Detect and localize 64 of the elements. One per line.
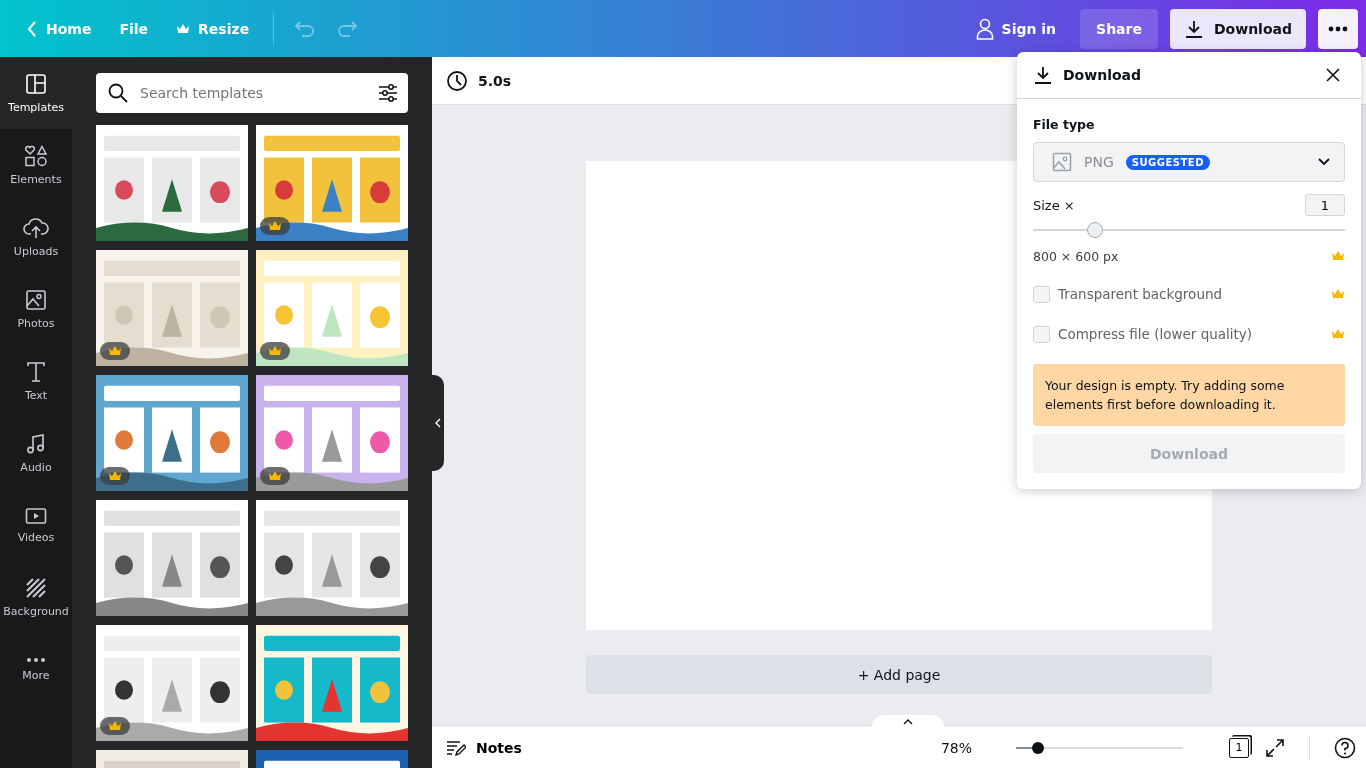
fullscreen-icon[interactable] (1265, 737, 1285, 758)
sidebar-item[interactable]: Elements (0, 129, 72, 201)
ellipsis-icon (1328, 25, 1348, 32)
cloud-upload-icon (23, 216, 49, 239)
collapse-handle[interactable] (432, 375, 444, 471)
more-options-button[interactable] (1318, 8, 1358, 49)
notes-button[interactable]: Notes (446, 739, 522, 756)
layout-icon (25, 72, 47, 95)
checkbox[interactable] (1033, 325, 1050, 343)
sidebar-item[interactable]: Photos (0, 273, 72, 345)
empty-design-warning: Your design is empty. Try adding some elements first before downloading it. (1033, 364, 1345, 426)
sidebar-item[interactable]: Background (0, 561, 72, 633)
help-icon[interactable] (1334, 736, 1356, 759)
sidebar-item[interactable]: Videos (0, 489, 72, 561)
search-icon (108, 83, 128, 103)
share-button[interactable]: Share (1080, 8, 1158, 49)
video-icon (25, 506, 47, 525)
expand-pages-handle[interactable] (872, 715, 944, 729)
option-label: Compress file (lower quality) (1058, 326, 1253, 342)
file-type-value: PNG (1084, 154, 1114, 170)
close-icon[interactable] (1325, 67, 1341, 83)
sidebar-item[interactable]: Audio (0, 417, 72, 489)
page-count-button[interactable]: 1 (1229, 737, 1249, 758)
hatch-icon (25, 576, 47, 599)
person-icon (975, 17, 994, 40)
premium-badge (100, 717, 130, 735)
option-label: Transparent background (1058, 286, 1223, 302)
image-icon (1052, 152, 1072, 172)
download-button[interactable]: Download (1169, 8, 1306, 49)
search-field[interactable]: Search templates (96, 73, 408, 113)
suggested-badge: SUGGESTED (1125, 154, 1210, 170)
size-input[interactable]: 1 (1305, 194, 1345, 216)
checkbox[interactable] (1033, 285, 1050, 303)
download-icon (1183, 18, 1204, 39)
sidebar-item[interactable]: More (0, 633, 72, 705)
notes-icon (446, 739, 466, 756)
sidebar-item[interactable]: Text (0, 345, 72, 417)
crown-icon (176, 22, 191, 35)
file-type-label: File type (1033, 117, 1096, 132)
sidebar-item[interactable]: Templates (0, 57, 72, 129)
back-icon (26, 19, 38, 38)
text-icon (25, 360, 47, 383)
sign-in-button[interactable]: Sign in (963, 9, 1069, 48)
size-label: Size × (1033, 197, 1075, 213)
premium-badge (260, 342, 290, 360)
shapes-icon (24, 144, 48, 167)
premium-badge (100, 342, 130, 360)
chevron-down-icon (1318, 158, 1330, 166)
duration-label[interactable]: 5.0s (478, 72, 512, 89)
sidebar-item[interactable]: Uploads (0, 201, 72, 273)
zoom-percentage[interactable]: 78% (940, 739, 972, 756)
filter-icon[interactable] (378, 84, 398, 102)
download-icon (1033, 65, 1053, 85)
premium-badge (100, 467, 130, 485)
ellipsis-icon (26, 656, 46, 663)
premium-badge (260, 217, 290, 235)
file-type-dropdown[interactable]: PNG SUGGESTED (1033, 142, 1345, 182)
panel-title: Download (1063, 67, 1142, 83)
clock-icon (446, 69, 468, 92)
add-page-button[interactable]: + Add page (586, 655, 1212, 694)
image-icon (25, 288, 47, 311)
music-note-icon (25, 432, 47, 455)
dimensions-label: 800 × 600 px (1033, 248, 1119, 264)
premium-badge (260, 467, 290, 485)
